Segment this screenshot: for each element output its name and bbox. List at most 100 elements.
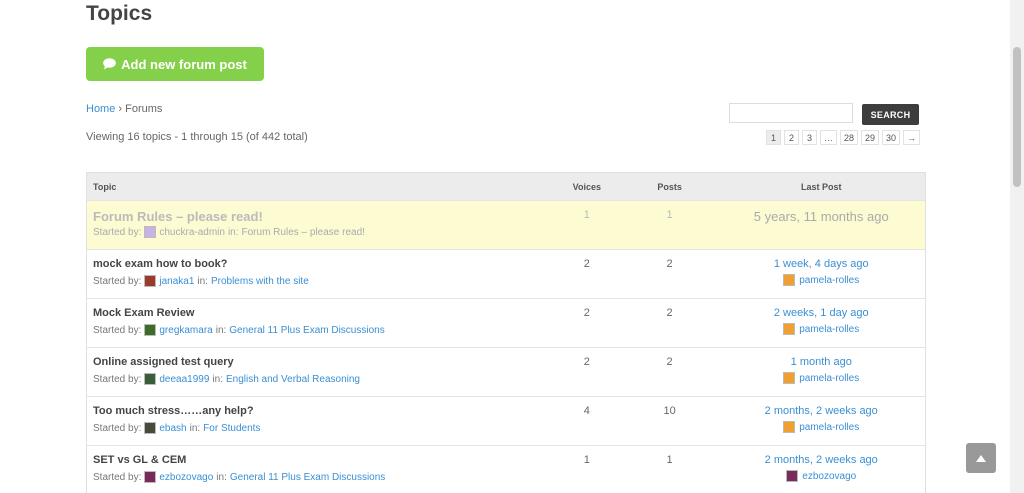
last-post-cell: 2 weeks, 1 day ago pamela-rolles [717,299,925,347]
author-avatar[interactable] [144,226,157,238]
topic-meta: Started by: chuckra-admin in: Forum Rule… [93,226,552,238]
author-link[interactable]: deeaa1999 [159,374,209,385]
author-avatar[interactable] [144,373,157,385]
header-last-post: Last Post [800,181,842,192]
in-label: in: [212,373,223,385]
search-input[interactable] [729,103,853,123]
topic-meta: Started by: janaka1 in: Problems with th… [93,275,552,287]
author-link[interactable]: janaka1 [159,276,194,287]
last-author-link[interactable]: ezbozovago [802,471,856,482]
forum-link[interactable]: For Students [203,423,260,434]
last-author: pamela-rolles [783,274,859,286]
scrollbar[interactable] [1010,0,1024,493]
page-link[interactable]: 2 [784,130,799,145]
topic-count: Viewing 16 topics - 1 through 15 (of 442… [86,131,308,143]
forum-link[interactable]: Forum Rules – please read! [242,227,365,238]
forum-link[interactable]: English and Verbal Reasoning [226,374,360,385]
page-link[interactable]: 30 [882,130,901,145]
last-author-avatar[interactable] [783,372,796,384]
started-by-label: Started by: [93,324,142,336]
voices-count: 2 [583,307,590,319]
topic-title-link[interactable]: Online assigned test query [93,356,552,373]
topic-meta: Started by: gregkamara in: General 11 Pl… [93,324,552,336]
forum-link[interactable]: General 11 Plus Exam Discussions [229,325,384,336]
topic-title-link[interactable]: Too much stress……any help? [93,405,552,422]
table-row: Mock Exam Review Started by: gregkamara … [87,298,925,347]
last-author-link[interactable]: pamela-rolles [799,422,859,433]
in-label: in: [227,226,239,238]
page-link[interactable]: 28 [840,130,859,145]
topic-title-link[interactable]: Forum Rules – please read! [93,209,552,226]
freshness-link[interactable]: 5 years, 11 months ago [717,209,925,225]
topic-meta: Started by: ezbozovago in: General 11 Pl… [93,471,552,483]
author-link[interactable]: gregkamara [159,325,212,336]
last-post-cell: 5 years, 11 months ago [717,201,925,249]
table-row: Forum Rules – please read! Started by: c… [87,200,925,249]
last-post-cell: 1 week, 4 days ago pamela-rolles [717,250,925,298]
freshness-link[interactable]: 2 months, 2 weeks ago [717,454,925,470]
topic-title-link[interactable]: SET vs GL & CEM [93,454,552,471]
author-avatar[interactable] [144,275,157,287]
last-author-link[interactable]: pamela-rolles [799,373,859,384]
breadcrumb-home-link[interactable]: Home [86,103,115,115]
last-author-avatar[interactable] [786,470,799,482]
author-link[interactable]: chuckra-admin [159,227,225,238]
started-by-label: Started by: [93,226,142,238]
page-link[interactable]: … [820,130,837,145]
last-post-cell: 1 month ago pamela-rolles [717,348,925,396]
page-link[interactable]: 29 [861,130,880,145]
add-forum-post-button[interactable]: Add new forum post [86,47,264,81]
author-avatar[interactable] [144,324,157,336]
page-link[interactable]: 3 [802,130,817,145]
breadcrumb-current: Forums [125,103,163,115]
add-forum-post-label: Add new forum post [121,56,247,72]
posts-count: 10 [663,405,676,417]
started-by-label: Started by: [93,471,142,483]
topic-cell: Mock Exam Review Started by: gregkamara … [87,299,552,347]
chevron-up-icon [976,454,986,462]
back-to-top-button[interactable] [966,443,996,473]
topics-table: Topic Voices Posts Last Post Forum Rules… [86,172,926,493]
last-author-avatar[interactable] [783,323,796,335]
posts-count: 2 [666,356,673,368]
freshness-link[interactable]: 2 weeks, 1 day ago [717,307,925,323]
search-button[interactable]: SEARCH [862,104,919,125]
page-link[interactable]: 1 [766,130,781,145]
last-author-link[interactable]: pamela-rolles [799,324,859,335]
forum-link[interactable]: Problems with the site [211,276,309,287]
pagination: 1 2 3… 28 29 30 → [766,130,921,145]
header-topic: Topic [93,181,117,192]
table-row: mock exam how to book? Started by: janak… [87,249,925,298]
last-author-link[interactable]: pamela-rolles [799,275,859,286]
author-avatar[interactable] [144,422,157,434]
forum-link[interactable]: General 11 Plus Exam Discussions [230,472,385,483]
author-link[interactable]: ebash [159,423,186,434]
last-author: pamela-rolles [783,421,859,433]
author-link[interactable]: ezbozovago [159,472,213,483]
in-label: in: [189,422,201,434]
topic-title-link[interactable]: Mock Exam Review [93,307,552,324]
page-link[interactable]: → [903,130,921,145]
last-author: pamela-rolles [783,372,859,384]
breadcrumb-separator: › [118,103,123,115]
freshness-link[interactable]: 1 week, 4 days ago [717,258,925,274]
last-author-avatar[interactable] [783,421,796,433]
topic-cell: Forum Rules – please read! Started by: c… [87,201,552,249]
last-post-cell: 2 months, 2 weeks ago pamela-rolles [717,397,925,445]
header-voices: Voices [572,181,601,192]
comment-icon [103,58,116,70]
breadcrumb: Home › Forums [86,103,162,115]
posts-count: 2 [666,307,673,319]
in-label: in: [216,471,227,483]
freshness-link[interactable]: 2 months, 2 weeks ago [717,405,925,421]
author-avatar[interactable] [144,471,157,483]
freshness-link[interactable]: 1 month ago [717,356,925,372]
last-author-avatar[interactable] [783,274,796,286]
in-label: in: [197,275,208,287]
topic-title-link[interactable]: mock exam how to book? [93,258,552,275]
voices-count: 4 [583,405,590,417]
page-title: Topics [86,2,153,25]
last-author: pamela-rolles [783,323,859,335]
voices-count: 2 [583,258,590,270]
scrollbar-thumb[interactable] [1013,47,1021,187]
